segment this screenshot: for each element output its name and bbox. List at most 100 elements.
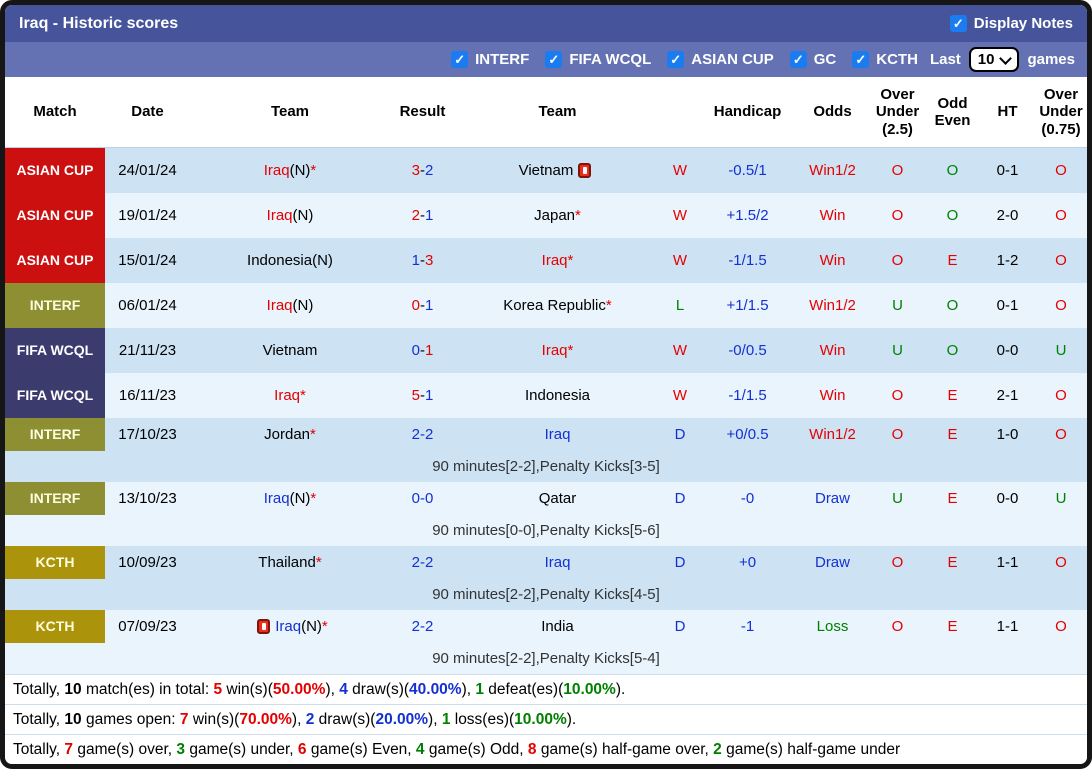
checkbox-icon[interactable]: ✓ — [790, 51, 807, 68]
display-notes-toggle[interactable]: ✓ Display Notes — [950, 15, 1073, 32]
column-header-result-letter — [660, 77, 700, 147]
filter-label: FIFA WCQL — [569, 51, 651, 68]
away-team-cell: Japan* — [455, 193, 660, 238]
odds-cell: Loss — [795, 610, 870, 643]
text-part: Iraq — [267, 207, 293, 224]
odd-even-cell: O — [925, 328, 980, 373]
ht-cell: 0-0 — [980, 328, 1035, 373]
text-part: 1 — [425, 297, 433, 314]
text-part: Vietnam — [519, 162, 574, 179]
text-part: Korea Republic — [503, 297, 606, 314]
table-body: ASIAN CUP24/01/24Iraq(N)*3-2VietnamW-0.5… — [5, 148, 1087, 674]
summary-segment: 10 — [64, 711, 81, 729]
summary-segment: ), — [325, 681, 339, 699]
text-part: 1 — [425, 342, 433, 359]
table-row: ASIAN CUP24/01/24Iraq(N)*3-2VietnamW-0.5… — [5, 148, 1087, 193]
handicap-cell: -0.5/1 — [700, 148, 795, 193]
ht-cell: 0-1 — [980, 283, 1035, 328]
summary-segment: ). — [616, 681, 625, 699]
title-bar: Iraq - Historic scores ✓ Display Notes — [5, 5, 1087, 42]
display-notes-checkbox-icon[interactable]: ✓ — [950, 15, 967, 32]
summary-segment: Totally, — [13, 681, 64, 699]
note-row: 90 minutes[0-0],Penalty Kicks[5-6] — [5, 515, 1087, 546]
filter-label: KCTH — [876, 51, 918, 68]
games-count-select[interactable]: 10 — [969, 47, 1020, 72]
date-cell: 24/01/24 — [105, 148, 190, 193]
text-part: Thailand — [258, 554, 316, 571]
score-cell: 0-0 — [390, 482, 455, 515]
filter-interf[interactable]: ✓INTERF — [451, 51, 529, 68]
table-header-row: MatchDateTeamResultTeamHandicapOddsOver … — [5, 77, 1087, 148]
text-part: * — [310, 162, 316, 179]
result-cell: W — [660, 193, 700, 238]
checkbox-icon[interactable]: ✓ — [667, 51, 684, 68]
filter-asian-cup[interactable]: ✓ ASIAN CUP — [667, 51, 774, 68]
over-under-075-cell: U — [1035, 328, 1087, 373]
score-cell: 2-1 — [390, 193, 455, 238]
over-under-25-cell: O — [870, 238, 925, 283]
over-under-25-cell: O — [870, 148, 925, 193]
summary-segment: game(s) Odd, — [425, 741, 528, 759]
ht-cell: 1-1 — [980, 546, 1035, 579]
filter-fifa-wcql[interactable]: ✓ FIFA WCQL — [545, 51, 651, 68]
handicap-cell: -1 — [700, 610, 795, 643]
checkbox-icon[interactable]: ✓ — [451, 51, 468, 68]
table-row: INTERF17/10/23Jordan*2-2IraqD+0/0.5Win1/… — [5, 418, 1087, 451]
competition-badge: ASIAN CUP — [5, 193, 105, 238]
text-part: India — [541, 618, 574, 635]
ht-cell: 2-0 — [980, 193, 1035, 238]
text-part: 2-2 — [412, 618, 434, 635]
handicap-cell: -0 — [700, 482, 795, 515]
over-under-25-cell: O — [870, 546, 925, 579]
column-header-date: Date — [105, 77, 190, 147]
text-part: * — [322, 618, 328, 635]
competition-badge: INTERF — [5, 418, 105, 451]
handicap-cell: -0/0.5 — [700, 328, 795, 373]
result-cell: D — [660, 546, 700, 579]
checkbox-icon[interactable]: ✓ — [545, 51, 562, 68]
text-part: Iraq — [275, 618, 301, 635]
result-cell: W — [660, 148, 700, 193]
text-part: 2-2 — [412, 554, 434, 571]
checkbox-icon[interactable]: ✓ — [852, 51, 869, 68]
red-card-bar — [583, 167, 587, 174]
odd-even-cell: E — [925, 546, 980, 579]
competition-badge: ASIAN CUP — [5, 238, 105, 283]
summary-segment: ), — [292, 711, 306, 729]
text-part: (N) — [290, 162, 311, 179]
odds-cell: Win1/2 — [795, 418, 870, 451]
odd-even-cell: O — [925, 193, 980, 238]
text-part: Indonesia — [525, 387, 590, 404]
text-part: 1 — [425, 207, 433, 224]
table-row: FIFA WCQL16/11/23Iraq*5-1IndonesiaW-1/1.… — [5, 373, 1087, 418]
match-cell-empty — [5, 643, 105, 674]
odds-cell: Draw — [795, 546, 870, 579]
competition-badge: KCTH — [5, 610, 105, 643]
table-row: INTERF13/10/23Iraq(N)*0-0QatarD-0DrawUE0… — [5, 482, 1087, 515]
ht-cell: 2-1 — [980, 373, 1035, 418]
handicap-cell: +0 — [700, 546, 795, 579]
page-title: Iraq - Historic scores — [19, 15, 178, 33]
odd-even-cell: E — [925, 610, 980, 643]
over-under-075-cell: O — [1035, 283, 1087, 328]
date-cell: 19/01/24 — [105, 193, 190, 238]
summary-segment: 7 — [64, 741, 73, 759]
over-under-075-cell: O — [1035, 238, 1087, 283]
over-under-25-cell: O — [870, 373, 925, 418]
away-team-cell: Indonesia — [455, 373, 660, 418]
column-header-over-under-2-5: Over Under (2.5) — [870, 77, 925, 147]
home-team-cell: Iraq(N)* — [190, 148, 390, 193]
filter-kcth[interactable]: ✓ KCTH — [852, 51, 918, 68]
home-team-cell: Thailand* — [190, 546, 390, 579]
text-part: 2 — [412, 207, 420, 224]
note-text: 90 minutes[0-0],Penalty Kicks[5-6] — [105, 515, 1087, 546]
summary-segment: 4 — [339, 681, 348, 699]
chevron-down-icon — [1000, 52, 1013, 65]
text-part: * — [575, 207, 581, 224]
summary-segment: 2 — [713, 741, 722, 759]
summary-segment: 10.00% — [563, 681, 616, 699]
text-part: 0 — [412, 297, 420, 314]
filter-label: ASIAN CUP — [691, 51, 774, 68]
filter-gc[interactable]: ✓GC — [790, 51, 837, 68]
table-row: INTERF06/01/24Iraq(N)0-1Korea Republic*L… — [5, 283, 1087, 328]
